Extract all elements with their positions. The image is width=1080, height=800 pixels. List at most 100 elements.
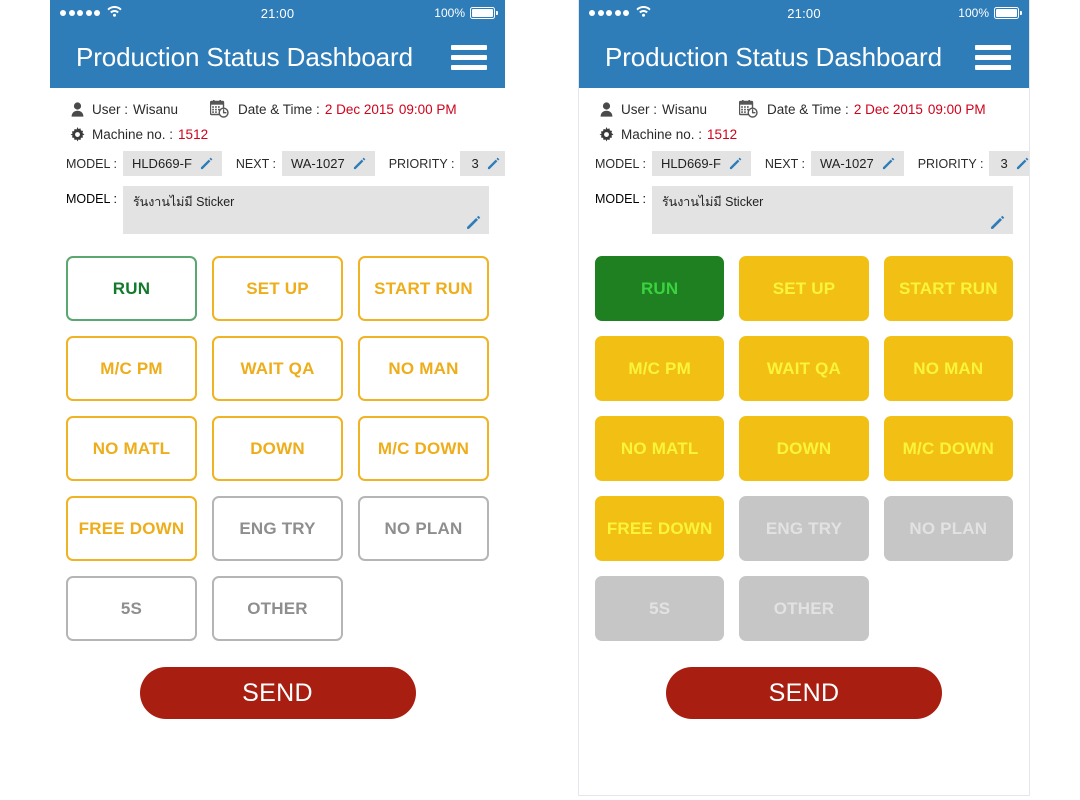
priority-field-label: PRIORITY : [388,156,455,171]
info-panel: User : Wisanu Date & Time: 2 Dec 2015 0… [579,88,1029,176]
date-value: 2 Dec 2015 [853,101,923,117]
status-bar: 21:00 100% [50,0,505,26]
hamburger-menu-icon[interactable] [975,44,1011,70]
model-field[interactable]: HLD669-F [122,151,222,176]
status-button-set-up[interactable]: SET UP [739,256,869,321]
status-button-no-plan[interactable]: NO PLAN [883,496,1013,561]
model-note-row: MODEL : รันงานไม่มี Sticker [579,186,1029,234]
model-field-label: MODEL : [595,156,646,171]
status-button-eng-try[interactable]: ENG TRY [739,496,869,561]
page-title: Production Status Dashboard [605,41,942,72]
model-note-label: MODEL : [595,192,646,206]
pencil-edit-icon[interactable] [990,215,1005,230]
status-button-no-matl[interactable]: NO MATL [66,416,197,481]
priority-field-value: 3 [471,156,479,171]
send-button[interactable]: SEND [139,667,416,719]
user-datetime-row: User : Wisanu Date & Time: 2 Dec 2015 0… [66,100,489,118]
send-button-row: SEND [579,641,1029,719]
status-button-start-run[interactable]: START RUN [883,256,1013,321]
pencil-edit-icon[interactable] [353,157,366,170]
gear-icon [66,127,88,142]
datetime-label: Date & Time : [238,101,320,117]
status-button-set-up[interactable]: SET UP [212,256,343,321]
status-button-run[interactable]: RUN [595,256,725,321]
user-label: User : [621,101,658,117]
status-button-free-down[interactable]: FREE DOWN [66,496,197,561]
calendar-clock-icon [735,100,761,118]
priority-field[interactable]: 3 [460,151,505,176]
battery-percent-label: 100% [434,6,465,20]
model-field-value: HLD669-F [660,156,721,171]
status-button-no-plan[interactable]: NO PLAN [358,496,489,561]
model-field-label: MODEL : [66,156,117,171]
fields-row: MODEL : HLD669-F NEXT : WA-1027 PRIORITY… [595,151,1029,176]
datetime-label: Date & Time : [767,101,849,117]
machine-row: Machine no. : 1512 [595,127,1013,142]
status-button-grid-outline: RUN SET UP START RUN M/C PM WAIT QA NO M… [50,234,505,641]
pencil-edit-icon[interactable] [1016,157,1029,170]
send-button[interactable]: SEND [666,667,942,719]
next-field-value: WA-1027 [290,156,345,171]
pencil-edit-icon[interactable] [200,157,213,170]
next-field-label: NEXT : [235,156,276,171]
status-button-mc-down[interactable]: M/C DOWN [883,416,1013,481]
model-note-input[interactable]: รันงานไม่มี Sticker [122,186,489,234]
model-field-value: HLD669-F [131,156,192,171]
status-button-no-man[interactable]: NO MAN [883,336,1013,401]
next-field-label: NEXT : [764,156,805,171]
user-value: Wisanu [133,101,179,117]
status-button-5s[interactable]: 5S [66,576,197,641]
datetime-group: Date & Time : 2 Dec 2015 09:00 PM [735,100,986,118]
status-button-free-down[interactable]: FREE DOWN [595,496,725,561]
model-note-label: MODEL : [66,192,117,206]
next-field[interactable]: WA-1027 [810,151,904,176]
pencil-edit-icon[interactable] [729,157,742,170]
time-value: 09:00 PM [927,101,986,117]
status-button-eng-try[interactable]: ENG TRY [212,496,343,561]
status-button-wait-qa[interactable]: WAIT QA [739,336,869,401]
next-field[interactable]: WA-1027 [281,151,375,176]
next-field-value: WA-1027 [819,156,874,171]
user-label: User : [92,101,129,117]
pencil-edit-icon[interactable] [487,157,500,170]
model-field[interactable]: HLD669-F [651,151,751,176]
send-button-row: SEND [50,641,505,719]
user-icon [66,101,88,117]
status-button-grid-filled: RUN SET UP START RUN M/C PM WAIT QA NO M… [579,234,1029,641]
status-button-down[interactable]: DOWN [739,416,869,481]
status-button-wait-qa[interactable]: WAIT QA [212,336,343,401]
datetime-group: Date & Time : 2 Dec 2015 09:00 PM [206,100,457,118]
status-button-start-run[interactable]: START RUN [358,256,489,321]
screenshot-stage: 21:00 100% Production Status Dashboard U… [0,0,1080,800]
status-button-down[interactable]: DOWN [212,416,343,481]
model-note-value: รันงานไม่มี Sticker [132,195,235,209]
machine-row: Machine no. : 1512 [66,127,489,142]
app-header: Production Status Dashboard [579,26,1029,88]
user-icon [595,101,617,117]
model-note-input[interactable]: รันงานไม่มี Sticker [651,186,1013,234]
status-button-mc-pm[interactable]: M/C PM [595,336,725,401]
model-note-row: MODEL : รันงานไม่มี Sticker [50,186,505,234]
machine-value: 1512 [707,127,738,142]
status-bar-right: 100% [434,6,498,20]
status-button-5s[interactable]: 5S [595,576,725,641]
calendar-clock-icon [206,100,232,118]
machine-value: 1512 [178,127,209,142]
app-header: Production Status Dashboard [50,26,505,88]
status-button-mc-down[interactable]: M/C DOWN [358,416,489,481]
status-button-other[interactable]: OTHER [739,576,869,641]
status-button-other[interactable]: OTHER [212,576,343,641]
machine-label: Machine no. : [621,127,703,142]
phone-screen-outline-variant: 21:00 100% Production Status Dashboard U… [50,0,505,800]
date-value: 2 Dec 2015 [324,101,394,117]
machine-label: Machine no. : [92,127,174,142]
priority-field[interactable]: 3 [989,151,1029,176]
pencil-edit-icon[interactable] [466,215,481,230]
status-button-mc-pm[interactable]: M/C PM [66,336,197,401]
status-button-run[interactable]: RUN [66,256,197,321]
hamburger-menu-icon[interactable] [451,44,487,70]
pencil-edit-icon[interactable] [882,157,895,170]
status-button-no-man[interactable]: NO MAN [358,336,489,401]
status-button-no-matl[interactable]: NO MATL [595,416,725,481]
priority-field-label: PRIORITY : [917,156,984,171]
